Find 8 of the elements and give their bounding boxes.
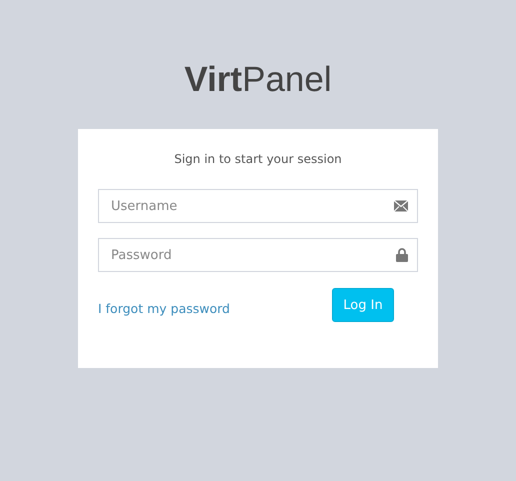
input-field[interactable]: Username xyxy=(98,189,418,223)
forgot-password-link[interactable]: I forgot my password xyxy=(98,300,230,316)
lock-icon xyxy=(396,248,408,262)
login-message: Sign in to start your session xyxy=(173,151,343,168)
envelope-icon xyxy=(394,200,408,212)
logo: VirtPanel xyxy=(184,60,332,100)
login-button[interactable]: Log In xyxy=(332,288,394,322)
input-field[interactable]: Password xyxy=(98,238,418,272)
